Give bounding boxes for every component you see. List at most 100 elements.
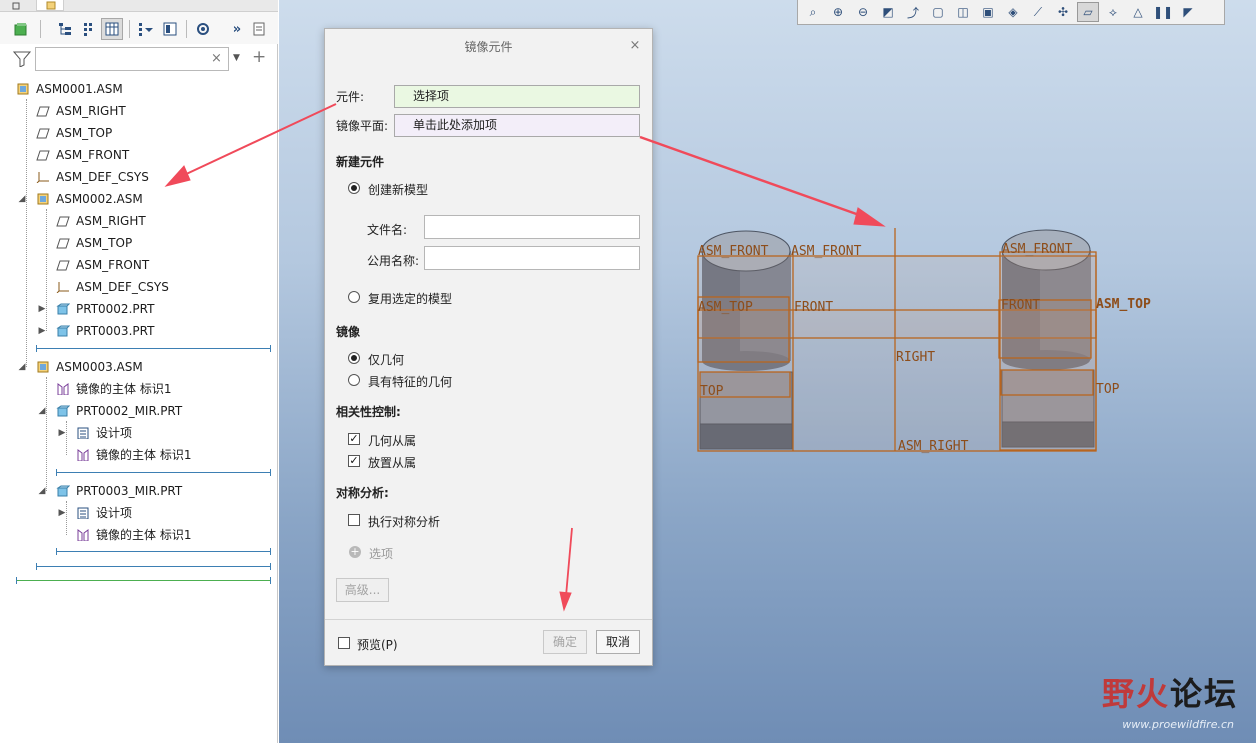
datum-plane-icon — [56, 216, 70, 227]
datum-label-asm-right: ASM_RIGHT — [898, 439, 969, 454]
preview-checkbox[interactable] — [338, 637, 350, 649]
gear-icon[interactable] — [192, 18, 214, 40]
filename-input[interactable] — [424, 215, 640, 239]
tree-item-sub-asm-top[interactable]: ASM_TOP — [56, 232, 132, 254]
datum-label-asm-front: ASM_FRONT — [791, 244, 862, 259]
expand-toggle-icon[interactable]: ▶ — [37, 320, 47, 342]
common-name-label: 公用名称: — [367, 254, 420, 268]
part-icon — [56, 485, 70, 497]
tree-filter-row: × ▼ + — [0, 44, 278, 74]
coordinate-system-icon — [56, 282, 69, 293]
tree-item-prt0003-mir[interactable]: PRT0003_MIR.PRT — [56, 480, 182, 502]
funnel-icon[interactable] — [12, 51, 32, 70]
new-component-section: 新建元件 — [336, 155, 385, 169]
tree-columns-icon[interactable] — [101, 18, 123, 40]
create-new-model-label: 创建新模型 — [368, 183, 429, 197]
tree-expand-icon[interactable] — [54, 18, 76, 40]
tree-filter-settings-icon[interactable] — [135, 18, 157, 40]
component-collector[interactable]: 选择项 — [394, 85, 640, 108]
create-new-model-radio[interactable] — [348, 182, 360, 194]
part-icon — [56, 325, 70, 337]
tree-item-asm0003[interactable]: ASM0003.ASM — [36, 356, 143, 378]
assembly-icon — [17, 83, 29, 95]
clear-filter-icon[interactable]: × — [211, 51, 222, 66]
tree-item-asm0001[interactable]: ASM0001.ASM — [16, 78, 123, 100]
part-icon — [56, 405, 70, 417]
tree-item-mirror-body-1[interactable]: 镜像的主体 标识1 — [56, 378, 171, 400]
tab-model-tree[interactable] — [4, 0, 32, 11]
insert-here-marker[interactable] — [36, 345, 271, 352]
more-options-icon[interactable]: » — [226, 18, 248, 40]
tree-item-asm0002[interactable]: ASM0002.ASM — [36, 188, 143, 210]
reuse-model-label: 复用选定的模型 — [368, 292, 453, 306]
run-symmetry-checkbox[interactable] — [348, 514, 360, 526]
datum-label-asm-front: ASM_FRONT — [698, 244, 769, 259]
datum-planes[interactable] — [697, 228, 1097, 452]
tree-collapse-icon[interactable] — [77, 18, 99, 40]
tree-item-asm-front[interactable]: ASM_FRONT — [36, 144, 129, 166]
expand-toggle-icon[interactable]: ◢ — [17, 188, 27, 210]
datum-label-asm-top: ASM_TOP — [698, 300, 753, 315]
chevron-down-icon[interactable]: ▼ — [233, 53, 240, 63]
reuse-model-radio[interactable] — [348, 291, 360, 303]
tree-filter-input[interactable] — [35, 47, 229, 71]
insert-here-marker[interactable] — [16, 577, 271, 584]
layout-icon[interactable] — [248, 18, 270, 40]
watermark-logo: 野火论坛 — [1101, 675, 1238, 713]
expand-toggle-icon[interactable]: ▶ — [37, 298, 47, 320]
insert-here-marker[interactable] — [56, 469, 271, 476]
datum-plane-icon — [36, 150, 50, 161]
tree-item-prt0003[interactable]: PRT0003.PRT — [56, 320, 154, 342]
expand-toggle-icon[interactable]: ◢ — [17, 356, 27, 378]
tree-item-sub-asm-front[interactable]: ASM_FRONT — [56, 254, 149, 276]
model-tree-panel: » × ▼ + ASM0001.ASM ASM_RIGHT ASM_TOP AS… — [0, 0, 278, 743]
dependency-section: 相关性控制: — [336, 405, 401, 419]
datum-label-top: TOP — [700, 384, 724, 399]
datum-label-asm-front: ASM_FRONT — [1002, 242, 1073, 257]
tree-settings-icon[interactable] — [159, 18, 181, 40]
tree-item-prt0002-mir[interactable]: PRT0002_MIR.PRT — [56, 400, 182, 422]
ok-button[interactable]: 确定 — [543, 630, 587, 654]
cancel-button[interactable]: 取消 — [596, 630, 640, 654]
tree-item-asm-top[interactable]: ASM_TOP — [36, 122, 112, 144]
expand-options-icon[interactable]: + — [349, 546, 361, 558]
expand-toggle-icon[interactable]: ▶ — [57, 502, 67, 524]
geometry-only-radio[interactable] — [348, 352, 360, 364]
coordinate-system-icon — [36, 172, 49, 183]
preview-label: 预览(P) — [357, 638, 398, 652]
expand-toggle-icon[interactable]: ▶ — [57, 422, 67, 444]
close-icon[interactable]: × — [628, 39, 642, 53]
tree-item-asm-def-csys[interactable]: ASM_DEF_CSYS — [36, 166, 149, 188]
datum-plane-icon — [56, 238, 70, 249]
tree-item-prt0002[interactable]: PRT0002.PRT — [56, 298, 154, 320]
datum-label-right: RIGHT — [896, 350, 935, 365]
expand-toggle-icon[interactable]: ◢ — [37, 400, 47, 422]
common-name-input[interactable] — [424, 246, 640, 270]
mirror-section: 镜像 — [336, 325, 361, 339]
tree-item-sub-asm-def-csys[interactable]: ASM_DEF_CSYS — [56, 276, 169, 298]
datum-plane-icon — [36, 128, 50, 139]
geometry-dependent-checkbox[interactable]: ✓ — [348, 433, 360, 445]
mirror-feature-icon — [57, 383, 69, 395]
add-filter-icon[interactable]: + — [252, 47, 266, 67]
run-symmetry-label: 执行对称分析 — [368, 515, 441, 529]
tab-folder-browser[interactable] — [36, 0, 64, 11]
datum-label-front: FRONT — [1001, 298, 1040, 313]
mirror-plane-collector[interactable]: 单击此处添加项 — [394, 114, 640, 137]
tree-item-mirror-body-3[interactable]: 镜像的主体 标识1 — [76, 524, 191, 546]
placement-dependent-checkbox[interactable]: ✓ — [348, 455, 360, 467]
insert-here-marker[interactable] — [56, 548, 271, 555]
options-label[interactable]: 选项 — [369, 545, 393, 562]
panel-tab-strip — [0, 0, 278, 12]
tree-item-design-items-1[interactable]: 设计项 — [76, 422, 132, 444]
tree-item-design-items-2[interactable]: 设计项 — [76, 502, 132, 524]
geometry-with-features-radio[interactable] — [348, 374, 360, 386]
tree-item-asm-right[interactable]: ASM_RIGHT — [36, 100, 126, 122]
insert-here-marker[interactable] — [36, 563, 271, 570]
dialog-title: 镜像元件 — [325, 29, 652, 65]
show-components-icon[interactable] — [10, 18, 32, 40]
tree-item-sub-asm-right[interactable]: ASM_RIGHT — [56, 210, 146, 232]
advanced-button[interactable]: 高级... — [336, 578, 389, 602]
expand-toggle-icon[interactable]: ◢ — [37, 480, 47, 502]
tree-item-mirror-body-2[interactable]: 镜像的主体 标识1 — [76, 444, 191, 466]
